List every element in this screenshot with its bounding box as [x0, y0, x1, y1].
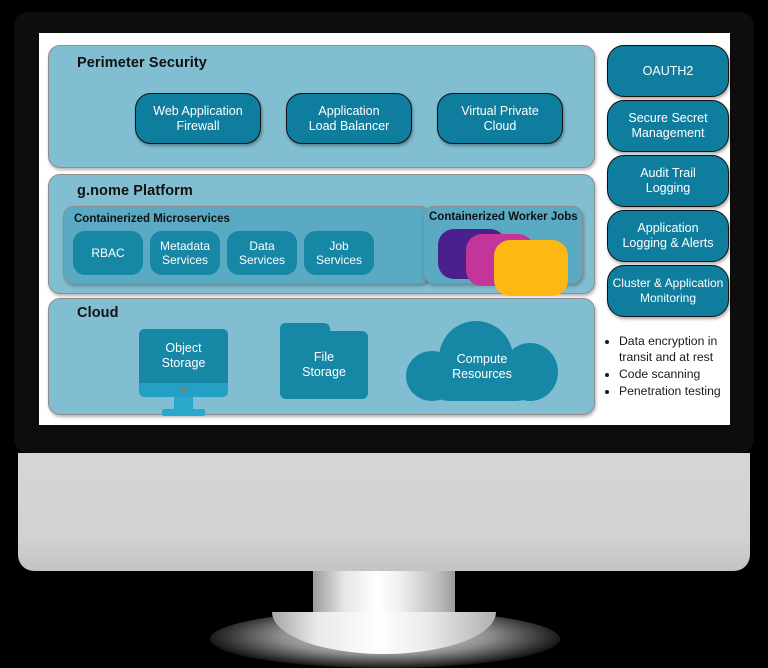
node-data-services[interactable]: Data Services: [227, 231, 297, 275]
worker-job-orange[interactable]: [494, 240, 568, 296]
node-file-storage[interactable]: File Storage: [280, 331, 368, 399]
architecture-diagram: Perimeter Security Web Application Firew…: [39, 33, 730, 425]
layer-title-cloud: Cloud: [77, 305, 119, 321]
sidebar-bullet-list: Data encryption in transit and at rest C…: [605, 333, 751, 400]
sidebar-pill-audit-trail-logging[interactable]: Audit Trail Logging: [607, 155, 729, 207]
layer-title-perimeter-security: Perimeter Security: [77, 55, 207, 71]
sidebar-pill-cluster-application-monitoring[interactable]: Cluster & Application Monitoring: [607, 265, 729, 317]
sidebar-pill-application-logging-alerts[interactable]: Application Logging & Alerts: [607, 210, 729, 262]
node-job-services[interactable]: Job Services: [304, 231, 374, 275]
desktop-monitor-icon-stand: [162, 409, 205, 416]
node-web-application-firewall[interactable]: Web Application Firewall: [135, 93, 261, 144]
node-application-load-balancer[interactable]: Application Load Balancer: [286, 93, 412, 144]
layer-title-gnome-platform: g.nome Platform: [77, 183, 193, 199]
node-compute-resources-label: Compute Resources: [452, 352, 512, 381]
list-item: Data encryption in transit and at rest: [619, 333, 751, 365]
node-rbac[interactable]: RBAC: [73, 231, 143, 275]
list-item: Penetration testing: [619, 383, 751, 399]
sidebar-pill-secure-secret-management[interactable]: Secure Secret Management: [607, 100, 729, 152]
desktop-monitor-icon-neck: [174, 397, 193, 409]
node-metadata-services[interactable]: Metadata Services: [150, 231, 220, 275]
desktop-monitor-icon-dot: [181, 387, 186, 392]
list-item: Code scanning: [619, 366, 751, 382]
node-virtual-private-cloud[interactable]: Virtual Private Cloud: [437, 93, 563, 144]
sidebar-pill-oauth2[interactable]: OAUTH2: [607, 45, 729, 97]
monitor-illustration: Perimeter Security Web Application Firew…: [0, 0, 768, 668]
group-title-containerized-worker-jobs: Containerized Worker Jobs: [429, 211, 578, 223]
group-title-containerized-microservices: Containerized Microservices: [74, 213, 230, 225]
monitor-base: [18, 453, 750, 571]
node-compute-resources[interactable]: Compute Resources: [406, 321, 558, 401]
node-object-storage[interactable]: Object Storage: [139, 329, 228, 383]
